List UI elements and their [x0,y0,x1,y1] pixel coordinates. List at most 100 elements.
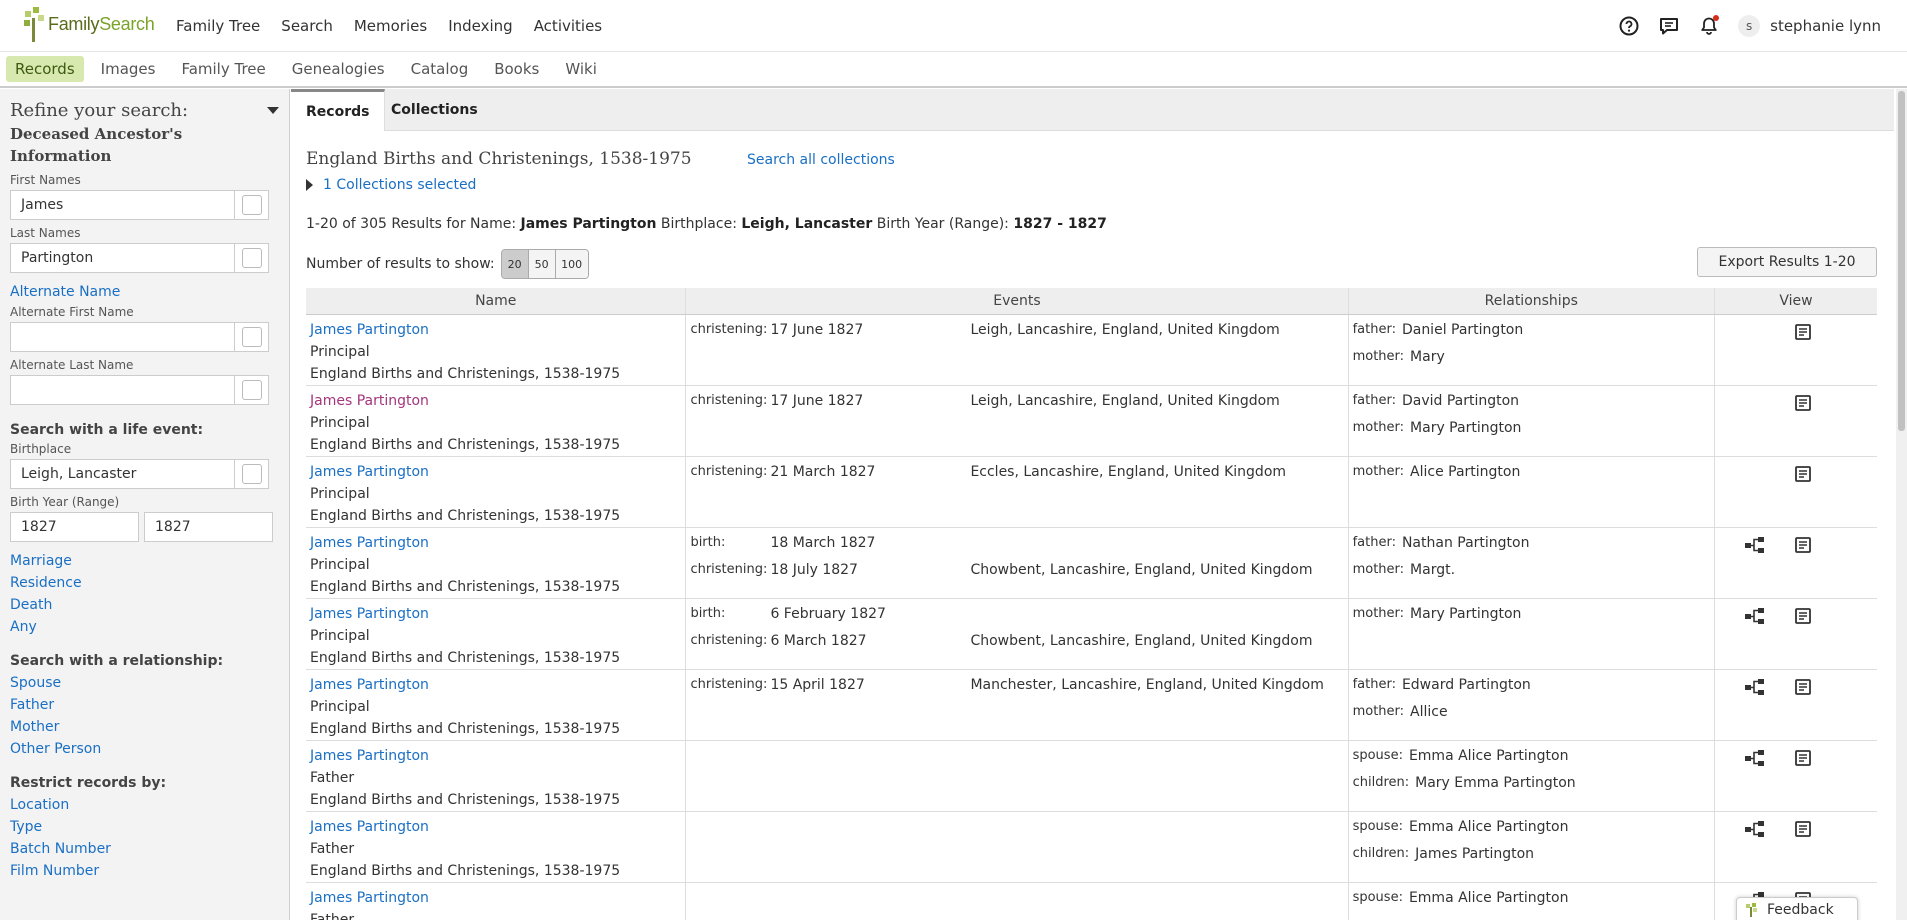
person-name-link[interactable]: James Partington [310,819,429,835]
family-tree-icon[interactable] [1743,676,1767,698]
person-name-link[interactable]: James Partington [310,393,429,409]
record-details-icon[interactable] [1791,463,1815,485]
subnav-genealogies[interactable]: Genealogies [283,56,394,82]
event-type: christening: [690,463,768,479]
nav-activities[interactable]: Activities [534,17,602,35]
record-details-icon[interactable] [1791,747,1815,769]
nav-indexing[interactable]: Indexing [448,17,513,35]
restrict-link-film-number[interactable]: Film Number [10,860,279,882]
event-link-residence[interactable]: Residence [10,572,279,594]
collections-selected-toggle[interactable]: 1 Collections selected [306,177,476,193]
alt-last-name-input[interactable] [10,375,235,405]
relationship-link-spouse[interactable]: Spouse [10,672,279,694]
last-names-input[interactable]: Partington [10,243,235,273]
alt-first-name-input[interactable] [10,322,235,352]
event-date: 17 June 1827 [770,321,864,338]
subnav-family-tree[interactable]: Family Tree [172,56,274,82]
relationship-link-father[interactable]: Father [10,694,279,716]
relationship-link-mother[interactable]: Mother [10,716,279,738]
collection-title: England Births and Christenings, 1538-19… [306,149,692,169]
alt-first-name-exact-checkbox[interactable] [235,322,269,352]
first-names-input[interactable]: James [10,190,235,220]
record-details-icon[interactable] [1791,676,1815,698]
birth-year-from-input[interactable]: 1827 [10,512,139,542]
record-details-icon[interactable] [1791,818,1815,840]
event-type: christening: [690,676,768,692]
relationship-link-other[interactable]: Other Person [10,738,279,760]
help-icon[interactable] [1618,15,1640,37]
relationships-cell: spouse: Emma Alice Partington children: Mar… [1347,740,1715,812]
person-name-link[interactable]: James Partington [310,890,429,906]
refine-search-toggle[interactable]: Refine your search: [10,97,279,123]
notifications-bell-icon[interactable] [1698,15,1720,37]
event-link-any[interactable]: Any [10,616,279,638]
event-line: birth: 18 March 1827 [690,532,1343,559]
person-name-link[interactable]: James Partington [310,606,429,622]
family-tree-icon[interactable] [1743,605,1767,627]
record-collection: England Births and Christenings, 1538-19… [310,720,621,737]
subnav-records[interactable]: Records [6,56,84,82]
relationship-line: mother: Margt. [1353,559,1710,586]
relationship-person: Nathan Partington [1401,534,1530,551]
event-line: christening: 6 March 1827 Chowbent, Lancas… [690,630,1343,657]
messages-icon[interactable] [1658,15,1680,37]
event-link-death[interactable]: Death [10,594,279,616]
person-name-link[interactable]: James Partington [310,677,429,693]
record-details-icon[interactable] [1791,534,1815,556]
relationships-cell: spouse: Emma Alice Partington children: Jam… [1347,811,1715,883]
last-names-exact-checkbox[interactable] [235,243,269,273]
triangle-right-icon [306,179,313,191]
username[interactable]: stephanie lynn [1770,17,1881,35]
tab-records[interactable]: Records [291,89,386,131]
person-name-link[interactable]: James Partington [310,322,429,338]
relationships-cell: father: Daniel Partington mother: Mary [1347,314,1715,386]
person-name-link[interactable]: James Partington [310,464,429,480]
person-name-link[interactable]: James Partington [310,535,429,551]
alt-last-name-exact-checkbox[interactable] [235,375,269,405]
nav-search[interactable]: Search [281,17,333,35]
table-row: James Partington Principal England Births … [306,598,1877,670]
record-collection: England Births and Christenings, 1538-19… [310,365,621,382]
avatar[interactable]: s [1738,15,1761,37]
nav-family-tree[interactable]: Family Tree [176,17,260,35]
restrict-link-location[interactable]: Location [10,794,279,816]
subnav-books[interactable]: Books [485,56,548,82]
subnav-images[interactable]: Images [92,56,165,82]
birthplace-exact-checkbox[interactable] [235,459,269,489]
alt-last-name-label: Alternate Last Name [10,358,134,372]
familysearch-logo[interactable]: FamilySearch [22,2,155,46]
page-size-100[interactable]: 100 [555,250,588,278]
event-line: christening: 18 July 1827 Chowbent, Lancas… [690,559,1343,586]
page-size-20[interactable]: 20 [501,250,529,278]
record-details-icon[interactable] [1791,605,1815,627]
feedback-button[interactable]: Feedback [1736,897,1858,920]
relationship-person: Edward Partington [1401,676,1531,693]
alternate-name-link[interactable]: Alternate Name [10,281,279,303]
subnav-wiki[interactable]: Wiki [556,56,606,82]
record-details-icon[interactable] [1791,392,1815,414]
family-tree-icon[interactable] [1743,818,1767,840]
tab-collections[interactable]: Collections [376,89,493,131]
search-all-collections-link[interactable]: Search all collections [747,152,895,168]
family-tree-icon[interactable] [1743,747,1767,769]
birth-year-to-input[interactable]: 1827 [144,512,273,542]
person-name-link[interactable]: James Partington [310,748,429,764]
subnav-catalog[interactable]: Catalog [402,56,478,82]
family-tree-icon[interactable] [1743,534,1767,556]
event-place: Chowbent, Lancashire, England, United Ki… [970,632,1313,649]
record-details-icon[interactable] [1791,321,1815,343]
event-date: 6 February 1827 [770,605,886,622]
table-row: James Partington Principal England Births … [306,669,1877,741]
export-results-button[interactable]: Export Results 1-20 [1697,247,1877,277]
relationship-person: Emma Alice Partington [1408,818,1569,835]
event-link-marriage[interactable]: Marriage [10,550,279,572]
nav-memories[interactable]: Memories [354,17,427,35]
page-size-50[interactable]: 50 [528,250,556,278]
restrict-link-type[interactable]: Type [10,816,279,838]
restrict-link-batch-number[interactable]: Batch Number [10,838,279,860]
birthplace-input[interactable]: Leigh, Lancaster [10,459,235,489]
page-scrollbar[interactable] [1896,89,1907,920]
refine-search-sidebar: Refine your search: Deceased Ancestor's … [0,89,290,920]
event-line: christening: 17 June 1827 Leigh, Lancashir… [690,319,1343,346]
first-names-exact-checkbox[interactable] [235,190,269,220]
